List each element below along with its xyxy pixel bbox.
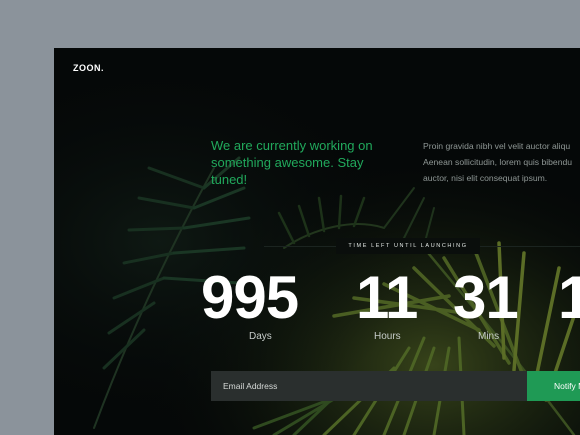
description-line: Proin gravida nibh vel velit auctor aliq… — [423, 141, 571, 151]
hero-headline: We are currently working on something aw… — [211, 138, 373, 187]
countdown-secs-value: 1 — [558, 264, 580, 331]
brand-logo[interactable]: ZOON. — [73, 63, 104, 73]
countdown-days-label: Days — [249, 331, 272, 342]
countdown-mins-label: Mins — [478, 331, 500, 342]
countdown-mins-value: 31 — [453, 264, 519, 331]
hero-description: Proin gravida nibh vel velit auctor aliq… — [423, 138, 580, 186]
countdown-hours-value: 11 — [356, 264, 418, 331]
email-input[interactable] — [211, 371, 527, 401]
description-line: auctor, nisi elit consequat ipsum. — [423, 173, 548, 183]
countdown-hours-label: Hours — [374, 331, 401, 342]
countdown-days-value: 995 — [201, 264, 299, 331]
countdown-label: TIME LEFT UNTIL LAUNCHING — [336, 238, 480, 254]
description-line: Aenean sollicitudin, lorem quis bibendu — [423, 157, 573, 167]
notify-button[interactable]: Notify M — [527, 371, 580, 401]
landing-page-frame: ZOON. We are currently working on someth… — [54, 48, 580, 435]
